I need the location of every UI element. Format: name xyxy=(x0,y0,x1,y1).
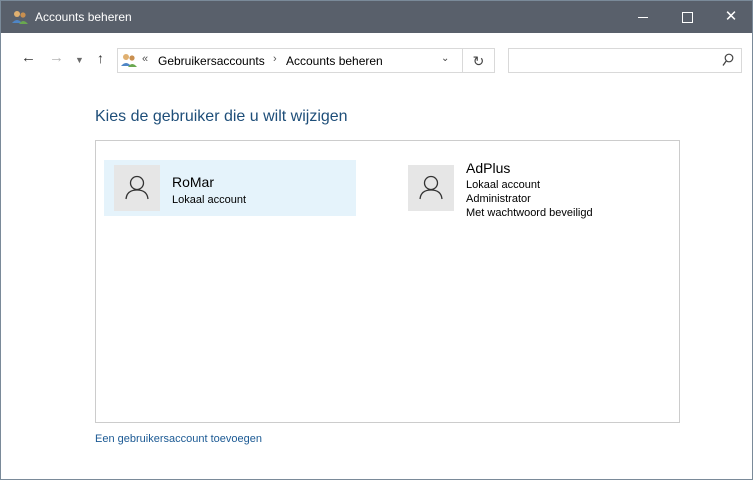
search-icon xyxy=(722,53,734,66)
user-avatar-icon xyxy=(125,175,149,200)
close-icon: ✕ xyxy=(724,8,738,25)
user-avatar-icon xyxy=(419,175,443,200)
user-name: RoMar xyxy=(172,174,215,190)
navigation-bar: ← → ▼ ↑ « Gebruikersaccounts › Accounts … xyxy=(1,33,752,91)
forward-button[interactable]: → xyxy=(49,49,64,66)
user-role: Administrator xyxy=(466,193,531,205)
window-title: Accounts beheren xyxy=(35,10,132,24)
minimize-icon xyxy=(638,17,648,19)
users-icon xyxy=(12,11,28,24)
user-account-type: Lokaal account xyxy=(172,194,246,206)
breadcrumb-overflow-icon[interactable]: « xyxy=(142,53,148,65)
avatar xyxy=(114,165,160,211)
search-input[interactable] xyxy=(508,48,742,73)
breadcrumb-gebruikersaccounts[interactable]: Gebruikersaccounts xyxy=(158,54,265,68)
address-bar[interactable]: « Gebruikersaccounts › Accounts beheren … xyxy=(117,48,463,73)
avatar xyxy=(408,165,454,211)
window: Accounts beheren ✕ ← → ▼ ↑ « Gebruikersa… xyxy=(0,0,753,480)
refresh-button[interactable]: ↻ xyxy=(463,48,495,73)
user-tile-romar[interactable]: RoMar Lokaal account xyxy=(104,160,356,216)
recent-locations-button[interactable]: ▼ xyxy=(75,55,84,65)
breadcrumb-accounts-beheren[interactable]: Accounts beheren xyxy=(286,54,383,68)
up-button[interactable]: ↑ xyxy=(97,50,104,66)
user-password-status: Met wachtwoord beveiligd xyxy=(466,207,593,219)
address-dropdown-button[interactable]: ⌄ xyxy=(441,53,449,64)
close-button[interactable]: ✕ xyxy=(709,1,753,33)
user-tile-adplus[interactable]: AdPlus Lokaal account Administrator Met … xyxy=(398,160,650,230)
minimize-button[interactable] xyxy=(621,1,665,33)
maximize-button[interactable] xyxy=(665,1,709,33)
page-heading: Kies de gebruiker die u wilt wijzigen xyxy=(95,108,348,125)
up-arrow-icon: ↑ xyxy=(97,50,104,66)
refresh-icon: ↻ xyxy=(472,53,485,69)
users-icon xyxy=(121,54,137,67)
back-button[interactable]: ← xyxy=(21,49,36,66)
breadcrumb-separator-icon[interactable]: › xyxy=(273,53,277,65)
back-arrow-icon: ← xyxy=(21,49,36,66)
user-account-type: Lokaal account xyxy=(466,179,540,191)
add-user-account-link[interactable]: Een gebruikersaccount toevoegen xyxy=(95,433,262,445)
chevron-down-icon: ⌄ xyxy=(441,53,450,64)
user-list-panel: RoMar Lokaal account AdPlus Lokaal accou… xyxy=(95,140,680,423)
user-name: AdPlus xyxy=(466,160,511,176)
title-bar[interactable]: Accounts beheren ✕ xyxy=(1,1,752,33)
forward-arrow-icon: → xyxy=(49,49,64,66)
recent-locations-chevron-icon: ▼ xyxy=(75,55,84,65)
maximize-icon xyxy=(681,12,693,24)
